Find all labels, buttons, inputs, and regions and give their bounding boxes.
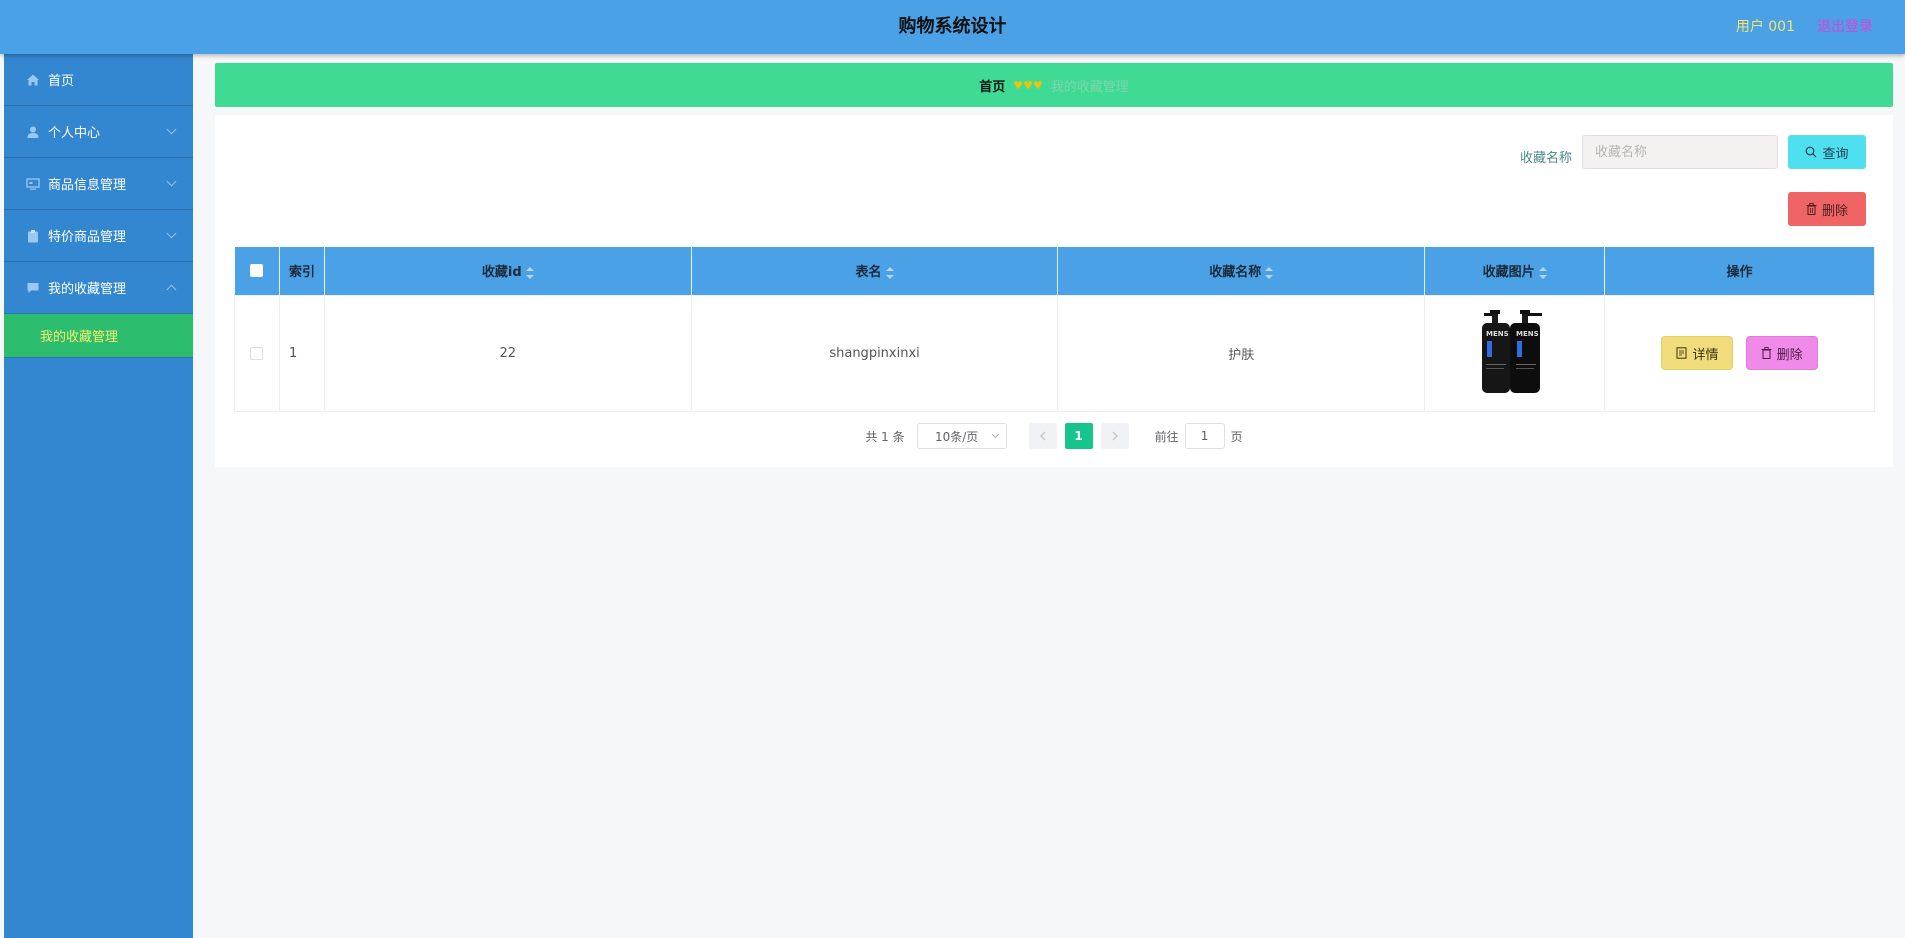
chevron-down-icon [166, 176, 177, 187]
sort-icon[interactable] [525, 266, 534, 279]
sidebar-item-label: 我的收藏管理 [48, 282, 127, 297]
chevron-down-icon [166, 124, 177, 135]
sort-icon[interactable] [1265, 266, 1274, 279]
sort-icon[interactable] [885, 266, 894, 279]
pagination-total: 共 1 条 [865, 429, 905, 444]
logout-link[interactable]: 退出登录 [1817, 0, 1873, 54]
table-row: 1 22 shangpinxinxi 护肤 MENS MENS 详情 删除 [234, 294, 1875, 412]
sidebar-item-product-info[interactable]: 商品信息管理 [4, 158, 193, 210]
chevron-down-icon [991, 430, 999, 439]
row-checkbox[interactable] [250, 346, 264, 360]
sidebar-item-my-favorites[interactable]: 我的收藏管理 [4, 262, 193, 314]
table-header-row: 索引 收藏id 表名 收藏名称 收藏图片 操作 [234, 247, 1875, 295]
next-page-button[interactable] [1100, 423, 1129, 449]
cell-name: 护肤 [1057, 294, 1426, 412]
breadcrumb-current: 我的收藏管理 [1050, 79, 1129, 95]
trash-icon [1806, 203, 1817, 215]
document-icon [1676, 347, 1687, 359]
breadcrumb: 首页 ♥♥♥ 我的收藏管理 [215, 63, 1893, 107]
cell-id: 22 [323, 294, 692, 412]
column-header-image[interactable]: 收藏图片 [1424, 247, 1606, 295]
product-image: MENS MENS [1481, 310, 1542, 393]
pagination: 共 1 条 10条/页 1 前往 页 [215, 423, 1893, 449]
column-header-name[interactable]: 收藏名称 [1057, 247, 1426, 295]
goto-page-input[interactable] [1184, 423, 1225, 449]
prev-page-button[interactable] [1028, 423, 1057, 449]
select-all-cell [234, 247, 280, 295]
svg-text:MENS: MENS [1516, 330, 1539, 338]
column-header-actions: 操作 [1604, 247, 1875, 295]
chevron-up-icon [166, 284, 177, 295]
cell-actions: 详情 删除 [1604, 294, 1875, 412]
user-icon [27, 126, 39, 138]
search-icon [1806, 146, 1817, 158]
query-button[interactable]: 查询 [1788, 135, 1866, 169]
column-header-id[interactable]: 收藏id [324, 247, 692, 295]
cell-image: MENS MENS [1424, 294, 1606, 412]
svg-text:MENS: MENS [1486, 330, 1509, 338]
row-delete-button[interactable]: 删除 [1745, 336, 1818, 370]
sidebar-item-home[interactable]: 首页 [4, 54, 193, 106]
sidebar-item-personal-center[interactable]: 个人中心 [4, 106, 193, 158]
page-suffix: 页 [1230, 429, 1243, 444]
cell-table-name: shangpinxinxi [690, 294, 1059, 412]
chevron-right-icon [1112, 431, 1118, 441]
sort-icon[interactable] [1538, 266, 1547, 279]
goto-label: 前往 [1154, 429, 1179, 444]
chevron-left-icon [1039, 431, 1046, 441]
cell-index: 1 [278, 294, 325, 412]
sidebar-subitem-my-favorites[interactable]: 我的收藏管理 [4, 314, 193, 358]
clipboard-icon [28, 229, 38, 242]
trash-icon [1761, 347, 1772, 359]
home-icon [27, 74, 39, 85]
search-label: 收藏名称 [1520, 151, 1573, 166]
search-input[interactable] [1582, 135, 1778, 169]
sidebar: 首页 个人中心 商品信息管理 特价商品管理 我的收藏管理 我的收藏管理 [4, 54, 193, 938]
chat-icon [27, 282, 39, 293]
page-size-select[interactable]: 10条/页 [916, 423, 1007, 449]
breadcrumb-home[interactable]: 首页 [979, 76, 1005, 95]
monitor-icon [26, 177, 40, 190]
sidebar-item-label: 特价商品管理 [48, 230, 127, 245]
page-number-button[interactable]: 1 [1064, 423, 1093, 449]
top-bar: 购物系统设计 用户 001 退出登录 [0, 0, 1905, 54]
favorites-table: 索引 收藏id 表名 收藏名称 收藏图片 操作 1 22 shangpinxin… [234, 247, 1875, 412]
sidebar-item-label: 商品信息管理 [48, 178, 127, 193]
main-panel: 收藏名称 查询 删除 索引 收藏id 表名 收藏名称 收藏图片 操作 1 22 [215, 115, 1893, 467]
detail-button[interactable]: 详情 [1661, 336, 1734, 370]
app-title: 购物系统设计 [898, 16, 1007, 37]
bulk-delete-button[interactable]: 删除 [1788, 192, 1866, 226]
current-user: 用户 001 [1735, 19, 1795, 35]
column-header-table-name[interactable]: 表名 [691, 247, 1059, 295]
row-select-cell [234, 294, 280, 412]
heart-icon: ♥♥♥ [1013, 78, 1043, 92]
sidebar-item-label: 个人中心 [48, 126, 101, 141]
sidebar-item-special-products[interactable]: 特价商品管理 [4, 210, 193, 262]
chevron-down-icon [166, 228, 177, 239]
select-all-checkbox[interactable] [250, 264, 264, 278]
sidebar-item-label: 首页 [48, 74, 75, 89]
column-header-index: 索引 [279, 247, 325, 295]
